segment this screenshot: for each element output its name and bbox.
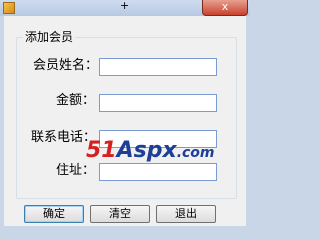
amount-label: 金额： [56, 93, 96, 108]
watermark-brand: Aspx [116, 138, 177, 163]
watermark-domain: .com [176, 145, 215, 161]
exit-button[interactable]: 退出 [156, 205, 216, 223]
address-label: 住址： [56, 163, 96, 178]
app-icon [3, 2, 15, 14]
form-client-area: 添加会员 会员姓名： 金额： 联系电话： 住址： 51Aspx.com 确定 清… [4, 16, 246, 226]
groupbox-title: 添加会员 [23, 30, 76, 44]
member-name-label: 会员姓名： [33, 58, 99, 73]
window-frame-right [246, 16, 250, 230]
window-frame-bottom [0, 226, 250, 230]
watermark-number: 51 [86, 138, 117, 163]
ok-button[interactable]: 确定 [24, 205, 84, 223]
site-watermark: 51Aspx.com [86, 138, 215, 163]
member-name-input[interactable] [99, 58, 217, 76]
clear-button[interactable]: 清空 [90, 205, 150, 223]
amount-input[interactable] [99, 94, 217, 112]
close-button[interactable]: x [202, 0, 248, 16]
add-member-groupbox: 添加会员 会员姓名： 金额： 联系电话： 住址： [16, 30, 237, 199]
title-bar: + x [0, 0, 250, 16]
cursor-crosshair-icon: + [120, 0, 130, 12]
address-input[interactable] [99, 163, 217, 181]
